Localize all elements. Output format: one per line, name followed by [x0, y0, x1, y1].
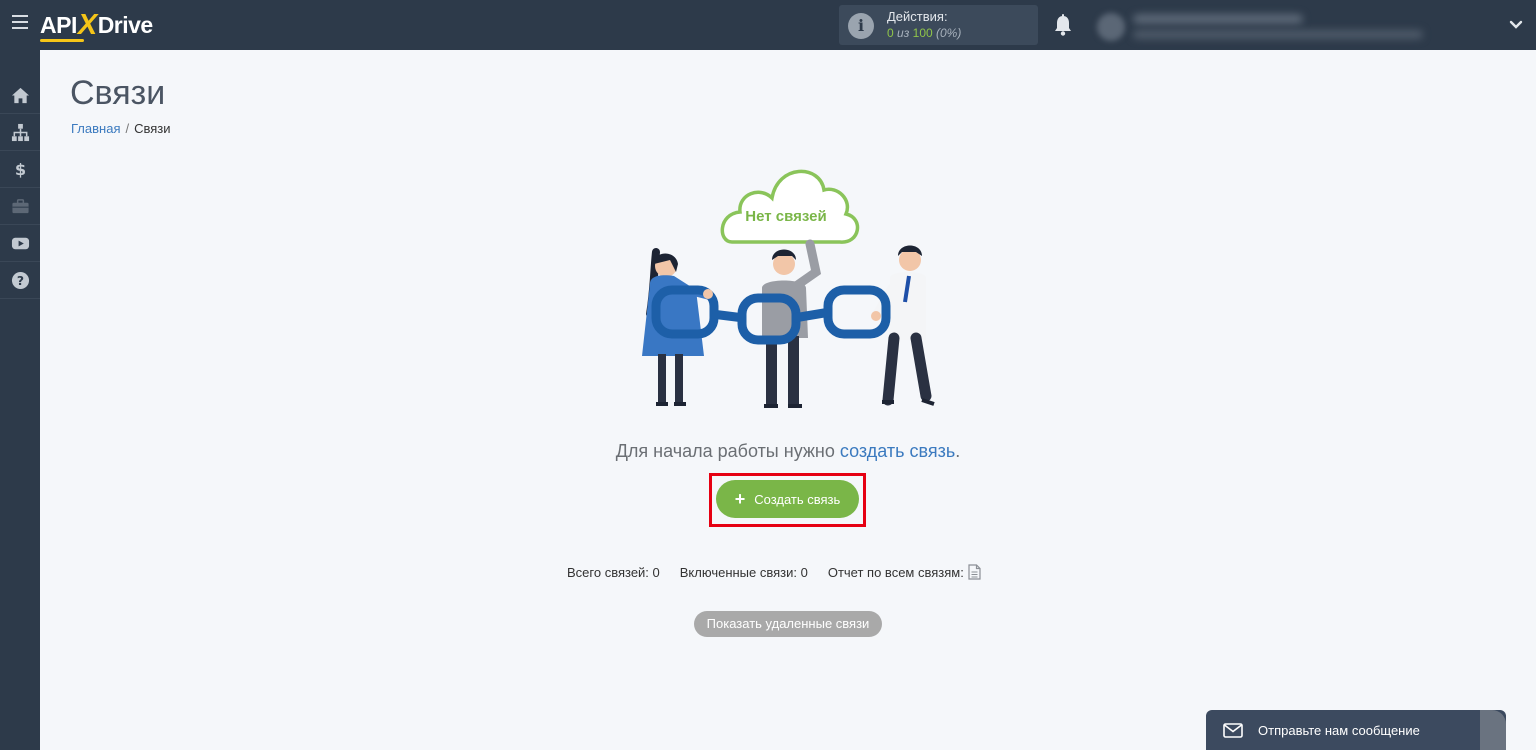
sidebar-item-home[interactable]	[0, 77, 40, 114]
cloud-icon: Нет связей	[720, 169, 860, 244]
chat-widget[interactable]: Отправьте нам сообщение	[1206, 710, 1506, 750]
report-label: Отчет по всем связям:	[827, 564, 964, 580]
sidebar-item-tools[interactable]	[0, 188, 40, 225]
sidebar-item-video[interactable]	[0, 225, 40, 262]
logo-text-x: X	[77, 8, 97, 41]
person-grey-icon	[762, 239, 822, 408]
youtube-icon	[11, 237, 29, 249]
actions-value: 0 из 100 (0%)	[887, 26, 961, 40]
sidebar: $ ?	[0, 50, 40, 750]
actions-used: 0	[887, 26, 894, 40]
chevron-down-icon[interactable]	[1509, 18, 1523, 32]
page-title: Связи	[70, 74, 166, 112]
svg-text:?: ?	[16, 273, 23, 287]
info-icon: i	[848, 13, 874, 39]
actions-percent: (0%)	[936, 26, 962, 40]
create-connection-label: Создать связь	[754, 491, 841, 507]
create-connection-button[interactable]: + Создать связь	[716, 480, 859, 518]
enabled-connections: Включенные связи: 0	[679, 564, 808, 580]
actions-of: из	[897, 26, 910, 40]
sidebar-item-connections[interactable]	[0, 114, 40, 151]
breadcrumb-separator: /	[125, 121, 130, 136]
breadcrumb-home-link[interactable]: Главная	[71, 121, 120, 136]
sitemap-icon	[11, 123, 29, 141]
logo-underline	[40, 39, 84, 42]
question-icon: ?	[11, 271, 29, 289]
total-connections: Всего связей: 0	[567, 564, 660, 580]
create-connection-link[interactable]: создать связь	[840, 441, 955, 461]
svg-text:$: $	[14, 160, 25, 179]
logo-text-api: API	[40, 11, 77, 38]
breadcrumb: Главная / Связи	[71, 121, 171, 136]
user-account-blurred[interactable]	[1097, 11, 1427, 41]
document-icon[interactable]	[968, 564, 981, 580]
briefcase-icon	[11, 198, 29, 213]
chat-widget-label: Отправьте нам сообщение	[1258, 722, 1420, 738]
actions-counter[interactable]: i Действия: 0 из 100 (0%)	[839, 5, 1038, 45]
envelope-icon	[1223, 722, 1243, 738]
actions-total: 100	[912, 26, 933, 40]
show-deleted-button[interactable]: Показать удаленные связи	[694, 611, 882, 637]
sidebar-item-help[interactable]: ?	[0, 262, 40, 299]
avatar	[1097, 13, 1125, 41]
empty-state-illustration: Нет связей	[642, 169, 935, 408]
breadcrumb-current: Связи	[134, 121, 171, 136]
plus-icon: +	[734, 489, 746, 509]
bell-icon[interactable]	[1053, 14, 1073, 36]
logo[interactable]: API X Drive	[40, 8, 154, 42]
home-icon	[11, 87, 29, 103]
actions-label: Действия:	[887, 9, 948, 24]
empty-state-hint: Для начала работы нужно создать связь.	[0, 441, 1536, 462]
hint-end: .	[955, 441, 961, 461]
connection-stats: Всего связей: 0 Включенные связи: 0 Отче…	[567, 564, 981, 580]
hint-text: Для начала работы нужно	[615, 441, 840, 461]
person-woman-icon	[642, 248, 714, 406]
chat-widget-corner	[1480, 710, 1506, 750]
cloud-text: Нет связей	[745, 208, 826, 225]
sidebar-item-billing[interactable]: $	[0, 151, 40, 188]
logo-text-drive: Drive	[97, 11, 154, 38]
menu-icon[interactable]	[12, 15, 28, 35]
top-bar: API X Drive i Действия: 0 из 100 (0%)	[0, 0, 1536, 50]
dollar-icon: $	[14, 160, 25, 179]
